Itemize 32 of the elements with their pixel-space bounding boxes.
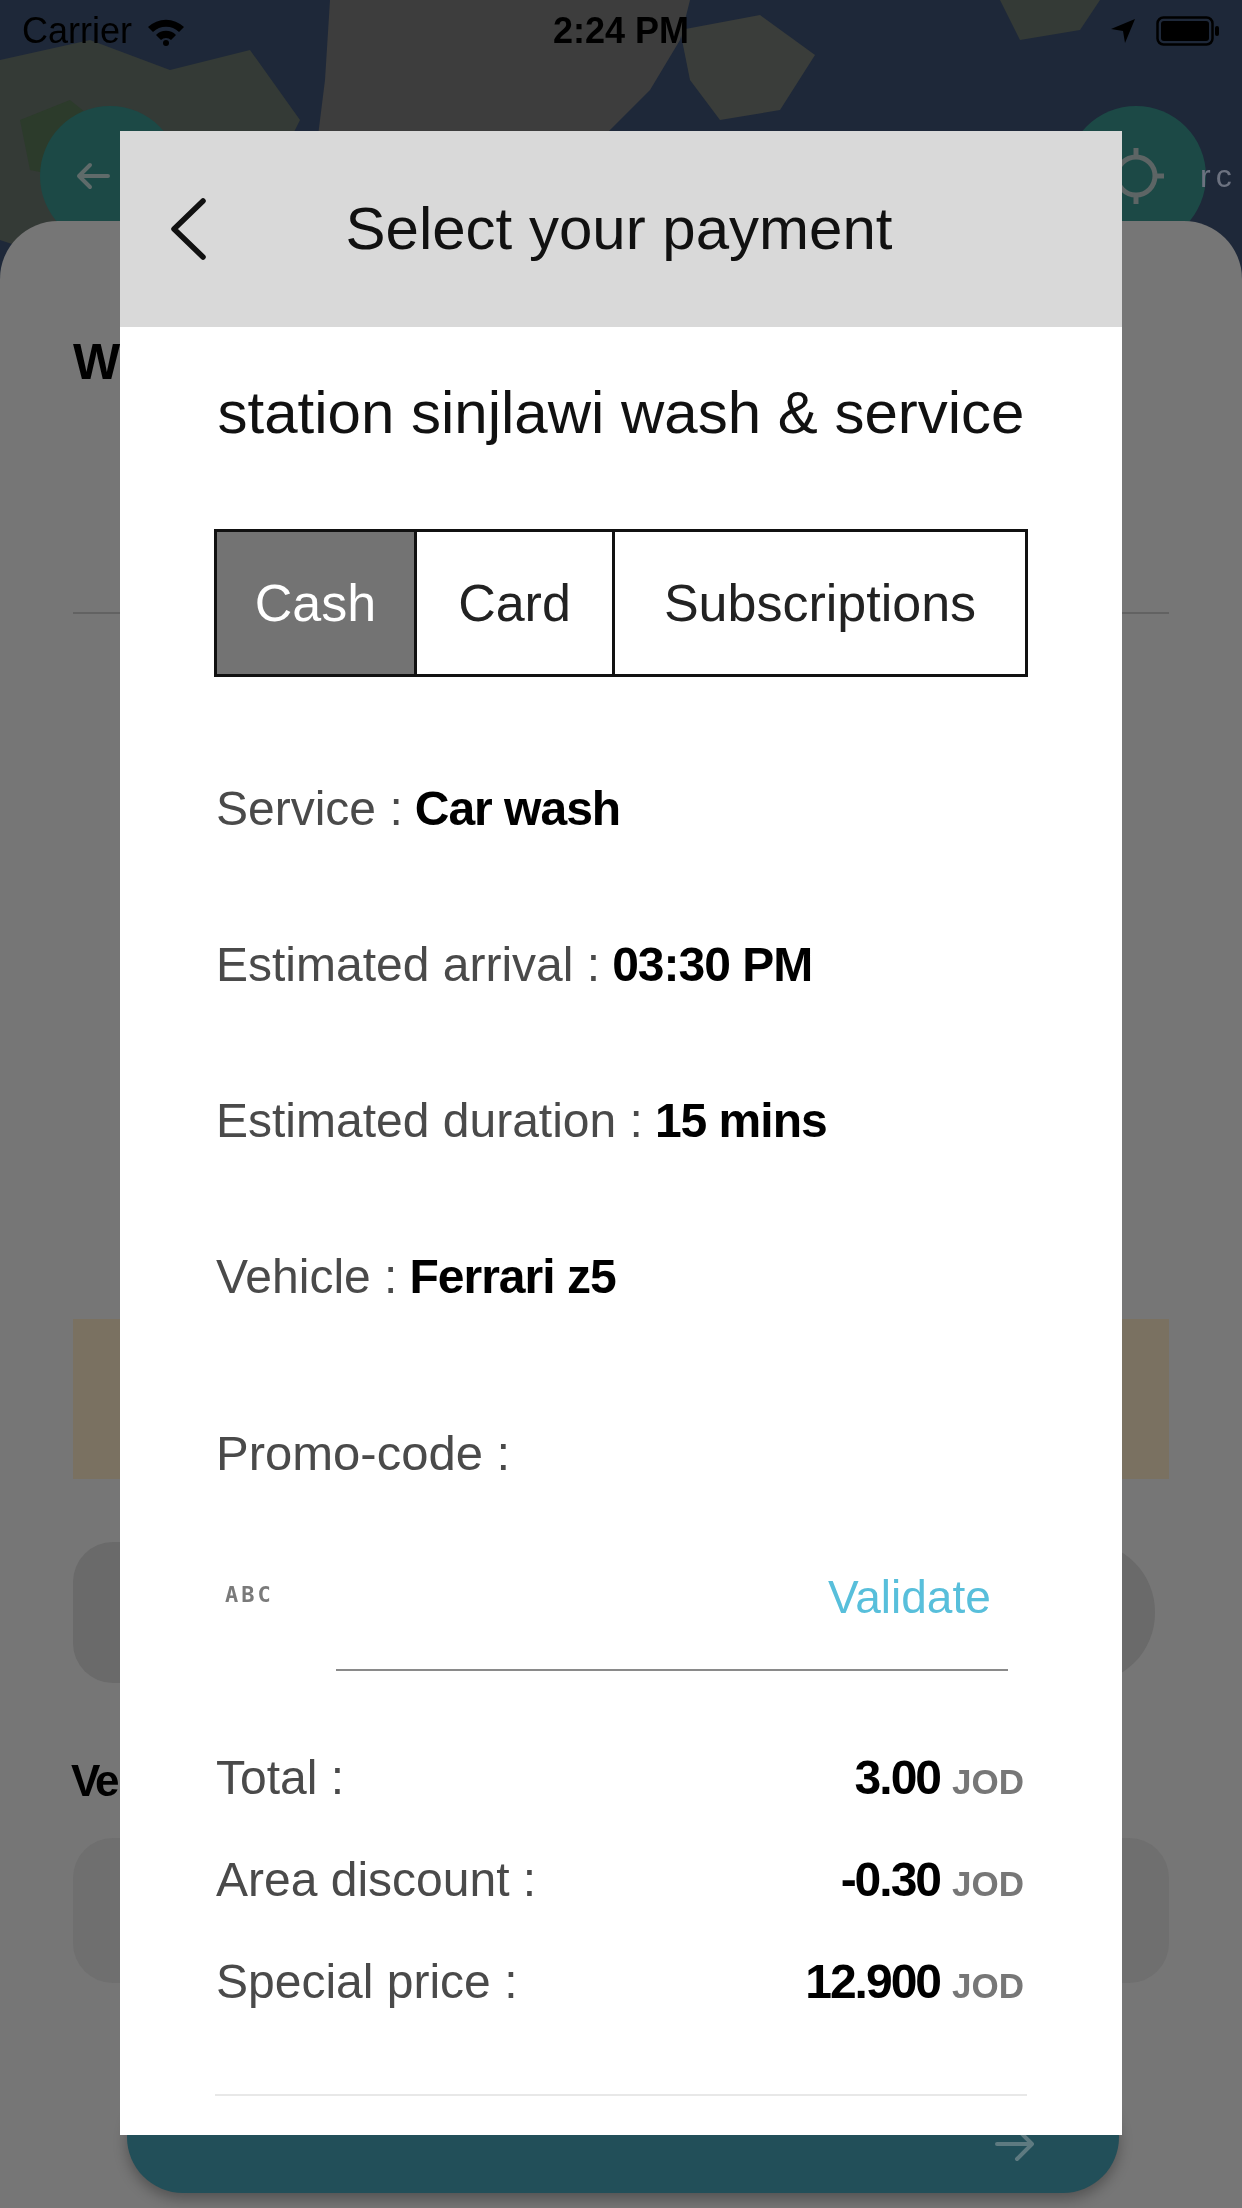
detail-value: Car wash [414, 780, 621, 836]
currency-label: JOD [952, 1761, 1024, 1802]
section-heading: Ve [71, 1755, 117, 1807]
arrow-left-icon [76, 162, 110, 190]
detail-value: Ferrari z5 [409, 1248, 616, 1304]
currency-label: JOD [952, 1965, 1024, 2006]
currency-label: JOD [952, 1863, 1024, 1904]
dialog-title: Select your payment [344, 194, 894, 264]
detail-label: Estimated duration : [216, 1092, 643, 1148]
detail-label: Service : [216, 780, 403, 836]
location-arrow-icon [1110, 18, 1136, 44]
detail-value: 03:30 PM [612, 936, 813, 992]
station-name: station sinjlawi wash & service [216, 378, 1026, 443]
dialog-back-button[interactable] [168, 198, 208, 260]
promo-code-label: Promo-code : [216, 1425, 511, 1481]
sheet-title: W [73, 333, 119, 392]
payment-tab[interactable]: Cash [217, 532, 414, 674]
field-prefix: ABC [225, 1581, 274, 1607]
map-label: rc [1200, 157, 1237, 196]
price-label: Total : [216, 1749, 345, 1805]
detail-label: Estimated arrival : [216, 936, 601, 992]
status-time: 2:24 PM [552, 10, 690, 52]
price-label: Special price : [216, 1953, 518, 2009]
chevron-left-icon [168, 198, 208, 260]
price-label: Area discount : [216, 1851, 537, 1907]
carrier-name: Carrier [22, 10, 132, 52]
detail-value: 15 mins [654, 1092, 827, 1148]
price-amount: -0.30 [840, 1851, 941, 1907]
price-amount: 12.900 [805, 1953, 941, 2009]
detail-label: Vehicle : [216, 1248, 398, 1304]
price-amount: 3.00 [854, 1749, 941, 1805]
battery-icon [1156, 16, 1220, 46]
